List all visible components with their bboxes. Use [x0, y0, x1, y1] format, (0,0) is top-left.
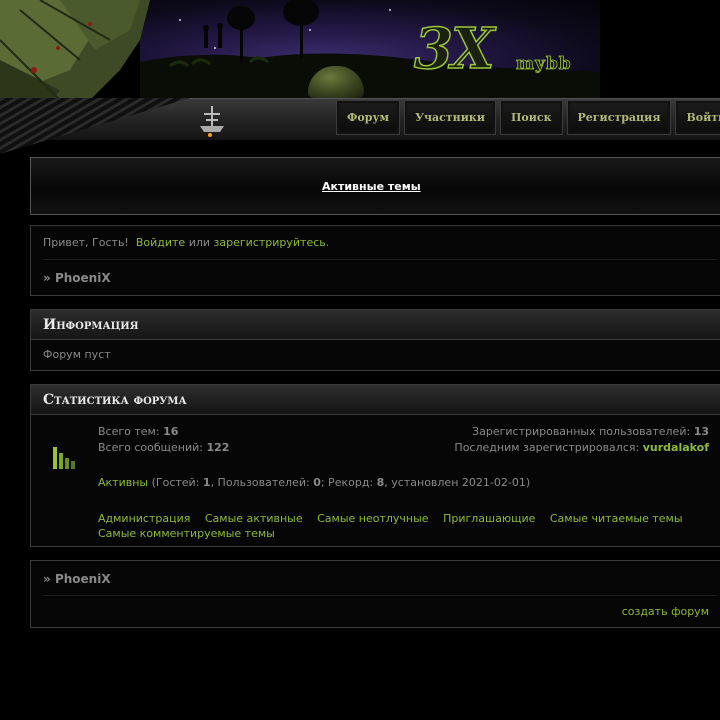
last-user-link[interactable]: vurdalakof [643, 441, 709, 454]
posts-label: Всего сообщений: [98, 441, 203, 454]
last-registered: Последним зарегистрировался: vurdalakof [454, 441, 709, 454]
breadcrumb-forum-link[interactable]: PhoeniX [55, 271, 111, 285]
site-logo[interactable]: 3X mybb [412, 15, 602, 86]
posts-value: 122 [206, 441, 230, 454]
members-label: , Пользователей: [210, 476, 310, 489]
footer-breadcrumb: » PhoeniX [43, 572, 111, 586]
create-forum-link[interactable]: создать форум [622, 605, 709, 618]
record-date: , установлен 2021-02-01) [384, 476, 531, 489]
most-active-link[interactable]: Самые активные [205, 512, 303, 525]
nav-forum-button[interactable]: Форум [336, 100, 401, 135]
breadcrumb-arrow: » [43, 271, 51, 285]
last-label: Последним зарегистрировался: [454, 441, 640, 454]
divider [43, 595, 717, 596]
divider [43, 259, 717, 260]
active-users-link[interactable]: Активны [98, 476, 148, 489]
guests-value: 1 [202, 476, 211, 489]
footer-breadcrumb-forum-link[interactable]: PhoeniX [55, 572, 111, 586]
greeting-or: или [188, 236, 211, 249]
users-value: 13 [693, 425, 709, 438]
stats-panel: Статистика форума Всего тем: 16 Всего со… [30, 384, 720, 547]
nav-search-button[interactable]: Поиск [500, 100, 563, 135]
most-read-link[interactable]: Самые читаемые темы [550, 512, 683, 525]
ship-icon [200, 106, 224, 137]
nav-register-button[interactable]: Регистрация [566, 100, 672, 135]
posts-count: Всего сообщений: 122 [98, 441, 229, 454]
info-title: Информация [31, 310, 720, 340]
stats-title: Статистика форума [31, 385, 720, 415]
nav-login-button[interactable]: Войти [675, 100, 720, 135]
active-topics-link[interactable]: Активные темы [322, 180, 421, 193]
greeting-panel: Привет, Гость! Войдите или зарегистрируй… [30, 225, 720, 296]
stats-bars-icon [53, 447, 75, 469]
users-count: Зарегистрированных пользователей: 13 [472, 425, 709, 438]
greeting-row: Привет, Гость! Войдите или зарегистрируй… [43, 236, 329, 249]
footer-breadcrumb-arrow: » [43, 572, 51, 586]
active-topics-panel: Активные темы [30, 157, 720, 215]
online-row: Активны (Гостей: 1, Пользователей: 0; Ре… [98, 476, 530, 489]
login-link[interactable]: Войдите [136, 236, 185, 249]
topics-count: Всего тем: 16 [98, 425, 178, 438]
admin-link[interactable]: Администрация [98, 512, 190, 525]
inviters-link[interactable]: Приглашающие [443, 512, 535, 525]
members-value: 0 [313, 476, 321, 489]
breadcrumb: » PhoeniX [43, 271, 111, 285]
record-label: ; Рекорд: [320, 476, 374, 489]
nav-members-button[interactable]: Участники [404, 100, 496, 135]
most-online-link[interactable]: Самые неотлучные [317, 512, 428, 525]
stats-links: Администрация Самые активные Самые неотл… [98, 511, 708, 541]
logo-main: 3X [413, 15, 495, 83]
footer-panel: » PhoeniX создать форум [30, 560, 720, 628]
register-link[interactable]: зарегистрируйтесь [214, 236, 326, 249]
info-panel: Информация Форум пуст [30, 309, 720, 371]
main-nav: Форум Участники Поиск Регистрация Войти [336, 100, 720, 135]
most-commented-link[interactable]: Самые комментируемые темы [98, 527, 275, 540]
guests-label: (Гостей: [151, 476, 200, 489]
logo-sub: mybb [516, 54, 572, 75]
users-label: Зарегистрированных пользователей: [472, 425, 691, 438]
info-text: Форум пуст [43, 348, 111, 361]
topics-label: Всего тем: [98, 425, 160, 438]
greeting-text: Привет, Гость! [43, 236, 129, 249]
greeting-dot: . [325, 236, 330, 249]
topics-value: 16 [163, 425, 179, 438]
